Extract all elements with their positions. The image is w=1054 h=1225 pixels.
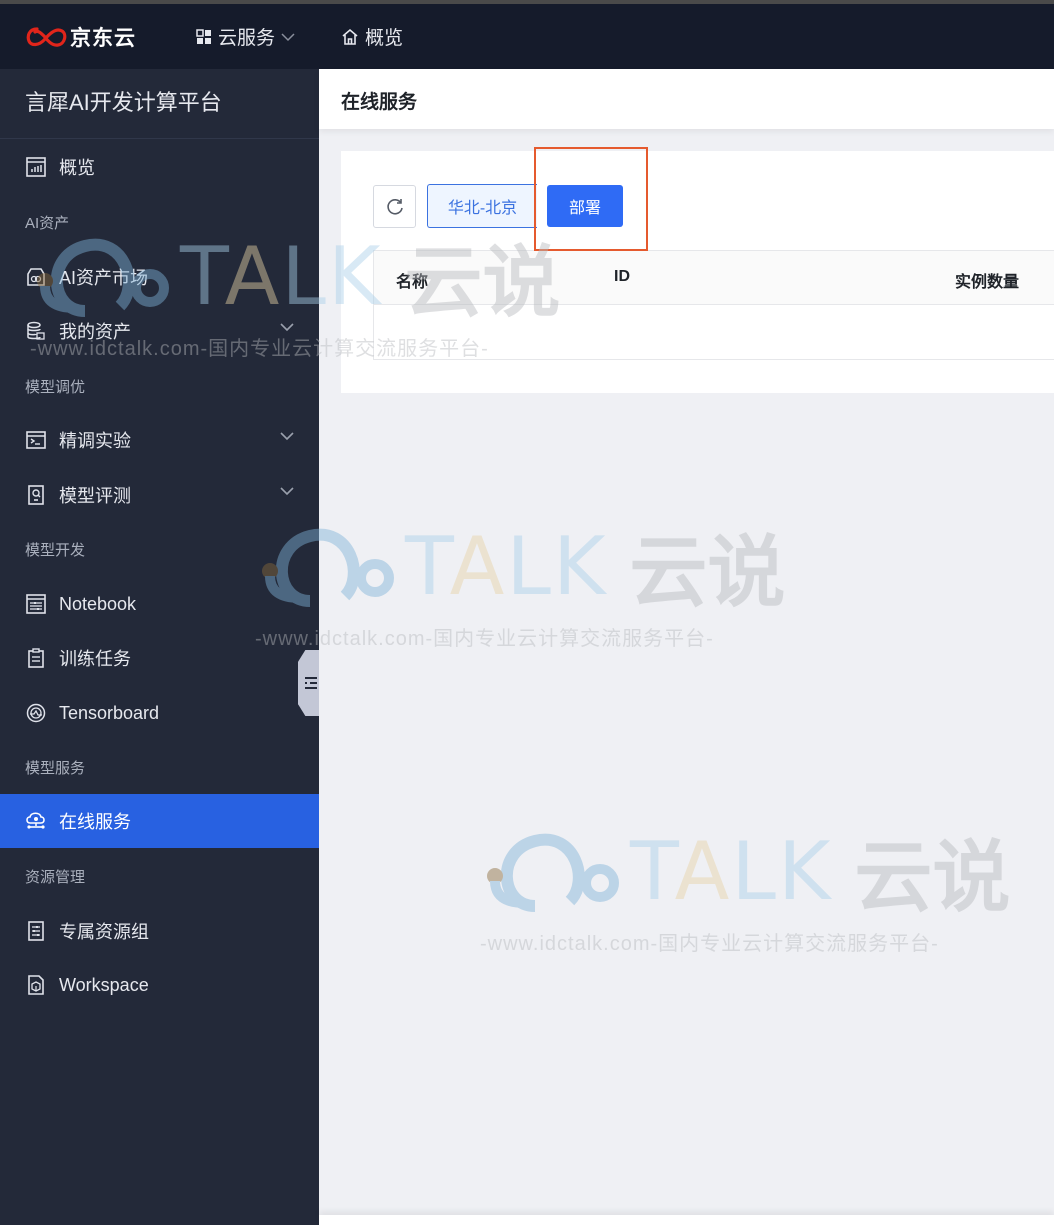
bottom-bar — [319, 1215, 1054, 1225]
refresh-button[interactable] — [373, 185, 416, 228]
sidebar-item-tensorboard[interactable]: Tensorboard — [0, 686, 319, 740]
notebook-icon — [25, 593, 47, 615]
database-icon — [25, 320, 47, 342]
overview-label: 概览 — [365, 28, 404, 49]
cloud-services-menu[interactable]: 云服务 — [196, 23, 301, 50]
top-nav-bar: 京东云 云服务 概览 — [0, 4, 1054, 69]
brand-logo[interactable]: 京东云 — [25, 22, 136, 52]
watermark-url: -www.idctalk.com-国内专业云计算交流服务平台- — [480, 933, 939, 955]
sidebar-item-fine-tuning[interactable]: 精调实验 — [0, 413, 319, 467]
chevron-down-icon — [280, 487, 294, 496]
sidebar-item-label: 训练任务 — [59, 649, 131, 669]
watermark: TALK 云说 -www.idctalk.com-国内专业云计算交流服务平台- — [255, 510, 785, 651]
column-header-name: 名称 — [396, 274, 429, 291]
chevron-down-icon — [280, 432, 294, 441]
sidebar: 言犀AI开发计算平台 概览 AI资产 AI资产市场 我的资产 模型调优 精调实验… — [0, 69, 319, 1225]
table-header: 名称 ID 实例数量 — [374, 251, 1054, 305]
sidebar-item-workspace[interactable]: Workspace — [0, 958, 319, 1012]
cloud-service-icon — [25, 810, 47, 832]
resource-group-icon — [25, 920, 47, 942]
group-label-model-service: 模型服务 — [25, 760, 86, 777]
page-title: 在线服务 — [341, 92, 418, 113]
tensorboard-icon — [25, 702, 47, 724]
refresh-icon — [386, 198, 403, 215]
services-table: 名称 ID 实例数量 — [373, 250, 1054, 360]
grid-icon — [196, 28, 211, 44]
sidebar-item-label: 概览 — [59, 158, 95, 178]
online-service-card: 华北-北京 部署 名称 ID 实例数量 — [341, 151, 1054, 393]
sidebar-item-label: 我的资产 — [59, 322, 131, 342]
evaluation-icon — [25, 484, 47, 506]
store-icon — [25, 266, 47, 288]
page-header: 在线服务 — [319, 69, 1054, 129]
region-selector[interactable]: 华北-北京 — [427, 184, 537, 228]
sidebar-item-label: 精调实验 — [59, 431, 131, 451]
sidebar-item-label: 在线服务 — [59, 812, 131, 832]
chevron-down-icon — [281, 32, 295, 41]
terminal-icon — [25, 429, 47, 451]
column-header-instance-count: 实例数量 — [955, 274, 1020, 291]
nav-overview-link[interactable]: 概览 — [341, 23, 403, 50]
sidebar-collapse-handle[interactable] — [298, 650, 319, 716]
cloud-services-label: 云服务 — [218, 28, 276, 49]
clipboard-icon — [25, 647, 47, 669]
watermark-url: -www.idctalk.com-国内专业云计算交流服务平台- — [255, 628, 714, 650]
group-label-ai-assets: AI资产 — [25, 215, 70, 232]
sidebar-item-model-evaluation[interactable]: 模型评测 — [0, 468, 319, 522]
dashboard-icon — [25, 156, 47, 178]
group-label-resource-management: 资源管理 — [25, 869, 86, 886]
sidebar-item-label: Tensorboard — [59, 702, 160, 723]
sidebar-item-my-assets[interactable]: 我的资产 — [0, 304, 319, 358]
sidebar-item-label: 专属资源组 — [59, 922, 149, 942]
deploy-button[interactable]: 部署 — [547, 185, 623, 227]
table-body-empty — [374, 305, 1054, 359]
sidebar-item-label: Workspace — [59, 974, 149, 995]
sidebar-item-online-service[interactable]: 在线服务 — [0, 794, 319, 848]
sidebar-item-notebook[interactable]: Notebook — [0, 577, 319, 631]
jdcloud-logo-icon — [26, 26, 67, 47]
watermark-logo-icon — [487, 833, 619, 912]
sidebar-item-label: Notebook — [59, 593, 137, 614]
sidebar-item-overview[interactable]: 概览 — [0, 140, 319, 194]
brand-name: 京东云 — [70, 26, 136, 50]
watermark: TALK 云说 -www.idctalk.com-国内专业云计算交流服务平台- — [480, 815, 1010, 956]
sidebar-item-dedicated-resource-group[interactable]: 专属资源组 — [0, 904, 319, 958]
sidebar-item-training-jobs[interactable]: 训练任务 — [0, 631, 319, 685]
group-label-model-development: 模型开发 — [25, 542, 86, 559]
home-icon — [342, 28, 358, 45]
column-header-id: ID — [614, 268, 630, 285]
chevron-down-icon — [280, 323, 294, 332]
group-label-model-tuning: 模型调优 — [25, 379, 86, 396]
watermark-cn: 云说 — [629, 528, 786, 616]
watermark-cn: 云说 — [854, 833, 1011, 921]
sidebar-item-label: AI资产市场 — [59, 268, 149, 288]
sidebar-item-label: 模型评测 — [59, 486, 131, 506]
platform-title: 言犀AI开发计算平台 — [0, 69, 319, 139]
collapse-menu-icon — [304, 677, 317, 689]
workspace-icon — [25, 974, 47, 996]
sidebar-item-ai-asset-market[interactable]: AI资产市场 — [0, 250, 319, 304]
